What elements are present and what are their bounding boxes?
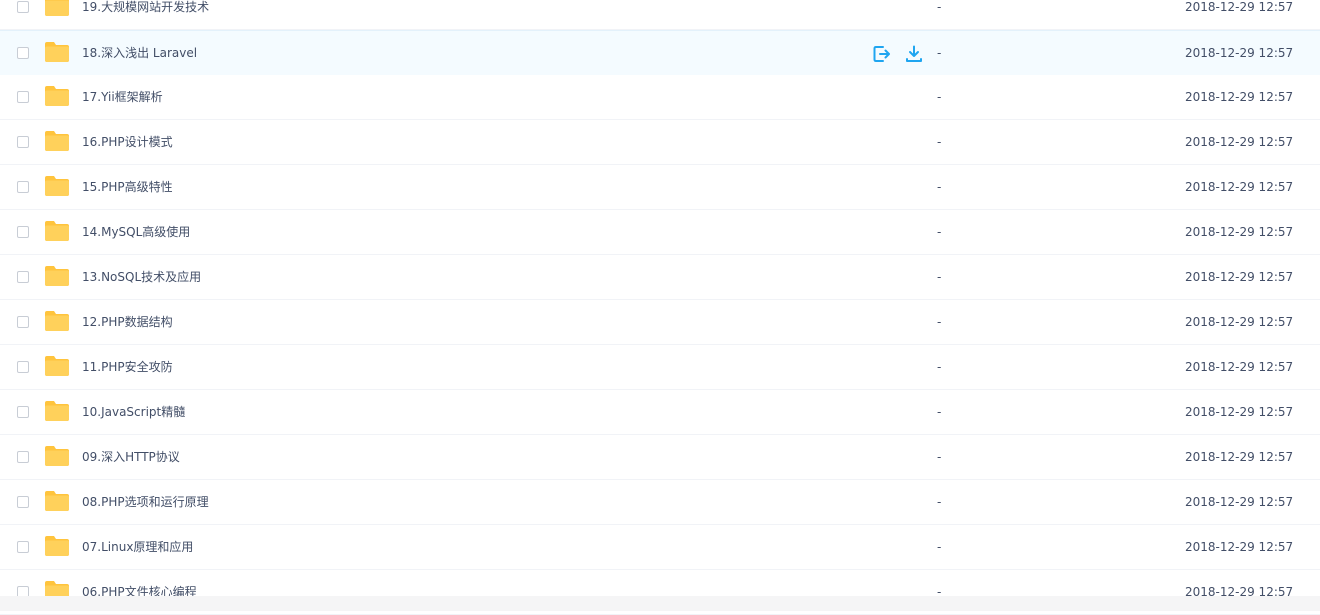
file-size: - [937,270,942,284]
modified-date: 2018-12-29 12:57 [1185,0,1294,14]
download-icon[interactable] [904,44,924,64]
file-size: - [937,135,942,149]
file-row[interactable]: 08.PHP选项和运行原理 - 2018-12-29 12:57 [0,480,1320,525]
file-name-link[interactable]: 07.Linux原理和应用 [82,539,193,555]
file-row[interactable]: 18.深入浅出 Laravel - 2018-12-29 12:57 [0,30,1320,76]
modified-date: 2018-12-29 12:57 [1185,450,1294,464]
file-row[interactable]: 14.MySQL高级使用 - 2018-12-29 12:57 [0,210,1320,255]
folder-icon [44,310,70,332]
file-size: - [937,315,942,329]
row-checkbox[interactable] [17,316,29,328]
folder-icon [44,0,70,17]
file-row[interactable]: 09.深入HTTP协议 - 2018-12-29 12:57 [0,435,1320,480]
folder-icon [44,400,70,422]
folder-icon [44,535,70,557]
folder-icon [44,355,70,377]
file-name-link[interactable]: 19.大规模网站开发技术 [82,0,209,15]
file-size: - [937,46,942,60]
row-checkbox[interactable] [17,1,29,13]
file-row[interactable]: 10.JavaScript精髓 - 2018-12-29 12:57 [0,390,1320,435]
file-name-link[interactable]: 16.PHP设计模式 [82,134,173,150]
folder-icon [44,490,70,512]
row-checkbox[interactable] [17,226,29,238]
file-name-link[interactable]: 10.JavaScript精髓 [82,404,185,420]
row-checkbox[interactable] [17,406,29,418]
modified-date: 2018-12-29 12:57 [1185,90,1294,104]
row-checkbox[interactable] [17,361,29,373]
file-name-link[interactable]: 08.PHP选项和运行原理 [82,494,209,510]
row-checkbox[interactable] [17,136,29,148]
file-row[interactable]: 15.PHP高级特性 - 2018-12-29 12:57 [0,165,1320,210]
file-size: - [937,495,942,509]
row-checkbox[interactable] [17,47,29,59]
folder-icon [44,220,70,242]
file-size: - [937,225,942,239]
row-checkbox[interactable] [17,451,29,463]
row-checkbox[interactable] [17,181,29,193]
folder-icon [44,445,70,467]
file-row[interactable]: 17.Yii框架解析 - 2018-12-29 12:57 [0,75,1320,120]
modified-date: 2018-12-29 12:57 [1185,315,1294,329]
file-size: - [937,405,942,419]
file-name-link[interactable]: 18.深入浅出 Laravel [82,45,197,61]
modified-date: 2018-12-29 12:57 [1185,495,1294,509]
share-icon[interactable] [872,44,892,64]
file-size: - [937,540,942,554]
modified-date: 2018-12-29 12:57 [1185,360,1294,374]
file-row[interactable]: 12.PHP数据结构 - 2018-12-29 12:57 [0,300,1320,345]
file-name-link[interactable]: 11.PHP安全攻防 [82,359,173,375]
file-name-link[interactable]: 14.MySQL高级使用 [82,224,190,240]
folder-icon [44,41,70,63]
bottom-strip [0,596,1320,611]
folder-icon [44,85,70,107]
modified-date: 2018-12-29 12:57 [1185,270,1294,284]
file-row[interactable]: 19.大规模网站开发技术 - 2018-12-29 12:57 [0,0,1320,30]
modified-date: 2018-12-29 12:57 [1185,46,1294,60]
modified-date: 2018-12-29 12:57 [1185,180,1294,194]
file-name-link[interactable]: 13.NoSQL技术及应用 [82,269,201,285]
file-name-link[interactable]: 17.Yii框架解析 [82,89,163,105]
file-size: - [937,0,942,14]
file-name-link[interactable]: 09.深入HTTP协议 [82,449,180,465]
modified-date: 2018-12-29 12:57 [1185,405,1294,419]
modified-date: 2018-12-29 12:57 [1185,540,1294,554]
file-size: - [937,360,942,374]
modified-date: 2018-12-29 12:57 [1185,135,1294,149]
modified-date: 2018-12-29 12:57 [1185,225,1294,239]
file-name-link[interactable]: 12.PHP数据结构 [82,314,173,330]
folder-icon [44,175,70,197]
file-row[interactable]: 16.PHP设计模式 - 2018-12-29 12:57 [0,120,1320,165]
file-size: - [937,450,942,464]
file-row[interactable]: 13.NoSQL技术及应用 - 2018-12-29 12:57 [0,255,1320,300]
folder-icon [44,265,70,287]
row-checkbox[interactable] [17,271,29,283]
file-list: 19.大规模网站开发技术 -2018-12-29 12:57 18.深入浅出 Lar… [0,0,1320,615]
file-row[interactable]: 11.PHP安全攻防 - 2018-12-29 12:57 [0,345,1320,390]
folder-icon [44,130,70,152]
file-row[interactable]: 07.Linux原理和应用 - 2018-12-29 12:57 [0,525,1320,570]
row-checkbox[interactable] [17,541,29,553]
file-name-link[interactable]: 15.PHP高级特性 [82,179,173,195]
row-checkbox[interactable] [17,91,29,103]
file-size: - [937,90,942,104]
file-size: - [937,180,942,194]
row-checkbox[interactable] [17,496,29,508]
